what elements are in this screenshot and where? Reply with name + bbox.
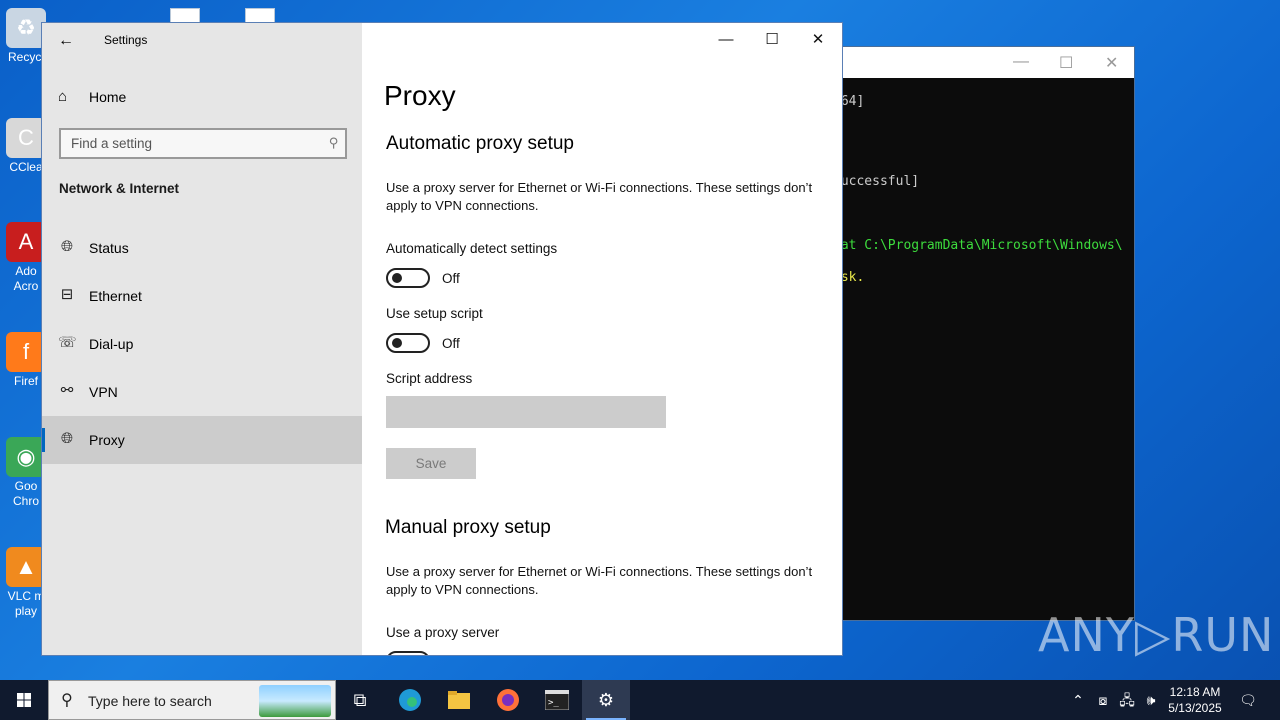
sidebar-item-dial-up[interactable]: ☏ Dial-up [42, 320, 362, 368]
sidebar-item-vpn[interactable]: ⚯ VPN [42, 368, 362, 416]
taskbar-search-placeholder: Type here to search [88, 693, 212, 709]
sidebar-item-label: Status [89, 240, 129, 256]
auto-proxy-heading: Automatic proxy setup [386, 133, 574, 154]
sidebar-item-label: Dial-up [89, 336, 134, 352]
manual-proxy-description: Use a proxy server for Ethernet or Wi-Fi… [386, 564, 813, 597]
auto-detect-state: Off [442, 271, 460, 286]
sidebar-item-status[interactable]: 🌐︎ Status [42, 224, 362, 272]
clock-date: 5/13/2025 [1168, 701, 1222, 715]
notifications-icon[interactable]: 🗨︎ [1236, 680, 1260, 720]
search-placeholder: Find a setting [71, 136, 153, 151]
clock[interactable]: 12:18 AM 5/13/2025 [1160, 684, 1230, 716]
close-icon[interactable]: ✕ [1105, 53, 1118, 73]
settings-window[interactable]: ← Settings ⌂ Home Find a setting ⚲ Netwo… [41, 22, 843, 656]
file-explorer-icon[interactable] [435, 680, 483, 720]
auto-proxy-description: Use a proxy server for Ethernet or Wi-Fi… [386, 180, 813, 213]
vpn-icon: ⚯ [60, 382, 74, 399]
home-label: Home [89, 89, 127, 105]
settings-taskbar-icon[interactable]: ⚙ [582, 680, 630, 720]
auto-detect-toggle[interactable] [386, 268, 430, 288]
edge-logo [399, 689, 421, 711]
script-address-input[interactable] [386, 396, 666, 428]
app-icon: ♻ [6, 8, 46, 48]
save-button[interactable]: Save [386, 448, 476, 479]
toggle-knob [392, 338, 402, 348]
app-icon: ◉ [6, 437, 46, 477]
search-icon: ⚲ [61, 692, 73, 709]
sidebar-item-ethernet[interactable]: ⊟ Ethernet [42, 272, 362, 320]
task-view-icon[interactable]: ⧉ [336, 680, 384, 720]
network-icon[interactable]: 🖧︎ [1116, 680, 1138, 720]
firefox-logo [497, 689, 519, 711]
clock-time: 12:18 AM [1169, 685, 1221, 699]
app-icon: f [6, 332, 46, 372]
cmd-logo: >_ [544, 689, 570, 711]
minimize-button[interactable]: — [703, 29, 749, 51]
taskbar: ⚲ Type here to search ⧉ >_ ⚙ ⌃ ⧇ 🖧︎ 🕪︎ 1… [0, 680, 1280, 720]
app-icon: ▲ [6, 547, 46, 587]
svg-text:>_: >_ [548, 698, 559, 708]
firefox-icon[interactable] [484, 680, 532, 720]
console-line: at C:\ProgramData\Microsoft\Windows\ [833, 238, 1123, 253]
setup-script-toggle[interactable] [386, 333, 430, 353]
windows-logo-icon [17, 693, 31, 707]
chevron-up-icon[interactable]: ⌃ [1068, 680, 1088, 720]
maximize-icon[interactable]: ☐ [1059, 53, 1073, 73]
app-icon: C [6, 118, 46, 158]
start-button[interactable] [0, 680, 48, 720]
ethernet-icon: ⊟ [60, 286, 74, 303]
use-proxy-label: Use a proxy server [386, 625, 500, 640]
settings-sidebar: ← Settings ⌂ Home Find a setting ⚲ Netwo… [42, 23, 362, 655]
volume-icon[interactable]: 🕪︎ [1140, 680, 1162, 720]
manual-proxy-heading: Manual proxy setup [385, 517, 551, 538]
script-address-label: Script address [386, 371, 473, 386]
section-title: Network & Internet [59, 181, 180, 196]
page-title: Proxy [384, 80, 456, 111]
anyrun-watermark: ANY▷RUN [1038, 608, 1275, 662]
sidebar-item-label: Proxy [89, 432, 125, 448]
meet-now-icon[interactable]: ⧇ [1092, 680, 1114, 720]
command-prompt-icon[interactable]: >_ [533, 680, 581, 720]
sidebar-item-label: VPN [89, 384, 118, 400]
folder-icon [448, 691, 470, 709]
toggle-knob [392, 273, 402, 283]
find-setting-input[interactable]: Find a setting ⚲ [59, 128, 347, 159]
home-nav-item[interactable]: ⌂ Home [42, 79, 362, 115]
settings-content: — ☐ ✕ Proxy Automatic proxy setup Use a … [362, 23, 842, 655]
edge-icon[interactable] [386, 680, 434, 720]
maximize-button[interactable]: ☐ [749, 29, 795, 51]
console-titlebar[interactable]: — ☐ ✕ [833, 47, 1134, 78]
console-window[interactable]: — ☐ ✕ 064] Successful] at C:\ProgramData… [832, 46, 1135, 621]
taskbar-search-box[interactable]: ⚲ Type here to search [48, 680, 336, 720]
auto-detect-label: Automatically detect settings [386, 241, 558, 256]
sidebar-item-label: Ethernet [89, 288, 142, 304]
globe-icon: 🌐︎ [60, 238, 73, 255]
search-icon[interactable]: ⚲ [329, 135, 339, 151]
minimize-icon[interactable]: — [1013, 53, 1029, 71]
setup-script-state: Off [442, 336, 460, 351]
setup-script-label: Use setup script [386, 306, 483, 321]
home-icon: ⌂ [58, 88, 68, 105]
globe-icon: 🌐︎ [60, 430, 73, 447]
window-title: Settings [104, 33, 148, 47]
search-highlight-image [259, 685, 331, 717]
app-icon: A [6, 222, 46, 262]
use-proxy-toggle[interactable] [386, 651, 430, 655]
back-arrow-icon[interactable]: ← [56, 31, 76, 51]
dialup-icon: ☏ [58, 334, 77, 351]
close-button[interactable]: ✕ [795, 29, 841, 51]
sidebar-item-proxy[interactable]: 🌐︎ Proxy [42, 416, 362, 464]
console-line: Successful] [833, 174, 920, 189]
